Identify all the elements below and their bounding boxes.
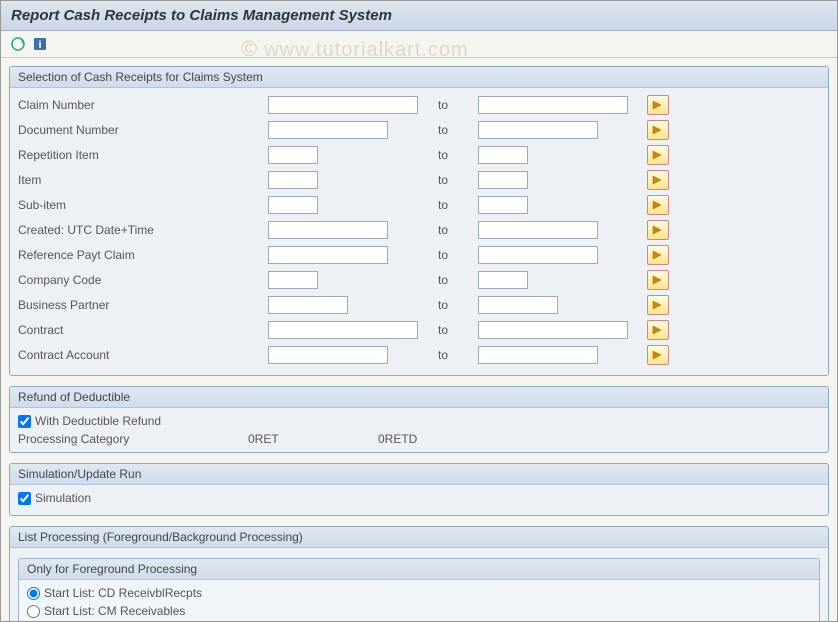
selection-row: Item to <box>18 169 820 191</box>
group-title-list-processing: List Processing (Foreground/Background P… <box>10 527 828 548</box>
to-label: to <box>438 98 478 112</box>
multiple-selection-button[interactable] <box>647 295 669 315</box>
label-processing-category: Processing Category <box>18 432 248 446</box>
input-to[interactable] <box>478 121 598 139</box>
multiple-selection-button[interactable] <box>647 320 669 340</box>
field-label: Claim Number <box>18 98 268 112</box>
multiple-selection-button[interactable] <box>647 170 669 190</box>
multiple-selection-button[interactable] <box>647 145 669 165</box>
selection-row: Company Code to <box>18 269 820 291</box>
input-to[interactable] <box>478 96 628 114</box>
value-processing-category-2: 0RETD <box>378 432 417 446</box>
to-label: to <box>438 173 478 187</box>
selection-row: Business Partner to <box>18 294 820 316</box>
input-to[interactable] <box>478 296 558 314</box>
field-label: Repetition Item <box>18 148 268 162</box>
input-from[interactable] <box>268 121 388 139</box>
to-label: to <box>438 298 478 312</box>
selection-row: Reference Payt Claim to <box>18 244 820 266</box>
field-label: Item <box>18 173 268 187</box>
multiple-selection-button[interactable] <box>647 220 669 240</box>
input-to[interactable] <box>478 146 528 164</box>
subgroup-title-foreground: Only for Foreground Processing <box>19 559 819 580</box>
input-from[interactable] <box>268 346 388 364</box>
input-to[interactable] <box>478 246 598 264</box>
input-to[interactable] <box>478 346 598 364</box>
radio-start-list[interactable] <box>27 605 40 618</box>
field-label: Contract Account <box>18 348 268 362</box>
label-simulation: Simulation <box>35 491 91 505</box>
to-label: to <box>438 323 478 337</box>
input-to[interactable] <box>478 271 528 289</box>
multiple-selection-button[interactable] <box>647 345 669 365</box>
field-label: Reference Payt Claim <box>18 248 268 262</box>
to-label: to <box>438 348 478 362</box>
multiple-selection-button[interactable] <box>647 270 669 290</box>
selection-row: Contract Account to <box>18 344 820 366</box>
group-title-refund: Refund of Deductible <box>10 387 828 408</box>
input-from[interactable] <box>268 271 318 289</box>
to-label: to <box>438 148 478 162</box>
field-label: Document Number <box>18 123 268 137</box>
to-label: to <box>438 123 478 137</box>
selection-row: Sub-item to <box>18 194 820 216</box>
toolbar: i <box>1 31 837 58</box>
multiple-selection-button[interactable] <box>647 195 669 215</box>
input-to[interactable] <box>478 171 528 189</box>
to-label: to <box>438 248 478 262</box>
radio-row: Start List: CM Receivables <box>27 604 811 618</box>
input-to[interactable] <box>478 221 598 239</box>
input-from[interactable] <box>268 96 418 114</box>
multiple-selection-button[interactable] <box>647 245 669 265</box>
execute-icon[interactable] <box>9 35 27 53</box>
radio-row: Start List: CD ReceivblRecpts <box>27 586 811 600</box>
input-from[interactable] <box>268 146 318 164</box>
input-from[interactable] <box>268 196 318 214</box>
radio-label: Start List: CM Receivables <box>44 604 185 618</box>
page-title: Report Cash Receipts to Claims Managemen… <box>1 1 837 31</box>
field-label: Sub-item <box>18 198 268 212</box>
field-label: Company Code <box>18 273 268 287</box>
input-from[interactable] <box>268 296 348 314</box>
selection-row: Claim Number to <box>18 94 820 116</box>
input-to[interactable] <box>478 321 628 339</box>
to-label: to <box>438 198 478 212</box>
checkbox-deductible-refund[interactable] <box>18 415 31 428</box>
group-simulation: Simulation/Update Run Simulation <box>9 463 829 516</box>
input-from[interactable] <box>268 221 388 239</box>
label-deductible-refund: With Deductible Refund <box>35 414 161 428</box>
input-from[interactable] <box>268 321 418 339</box>
selection-row: Document Number to <box>18 119 820 141</box>
group-selection: Selection of Cash Receipts for Claims Sy… <box>9 66 829 376</box>
info-icon[interactable]: i <box>31 35 49 53</box>
field-label: Contract <box>18 323 268 337</box>
input-from[interactable] <box>268 171 318 189</box>
value-processing-category-1: 0RET <box>248 432 318 446</box>
radio-start-list[interactable] <box>27 587 40 600</box>
checkbox-simulation[interactable] <box>18 492 31 505</box>
selection-row: Created: UTC Date+Time to <box>18 219 820 241</box>
to-label: to <box>438 223 478 237</box>
selection-row: Contract to <box>18 319 820 341</box>
group-refund: Refund of Deductible With Deductible Ref… <box>9 386 829 453</box>
field-label: Created: UTC Date+Time <box>18 223 268 237</box>
group-title-selection: Selection of Cash Receipts for Claims Sy… <box>10 67 828 88</box>
radio-label: Start List: CD ReceivblRecpts <box>44 586 202 600</box>
multiple-selection-button[interactable] <box>647 120 669 140</box>
input-from[interactable] <box>268 246 388 264</box>
group-list-processing: List Processing (Foreground/Background P… <box>9 526 829 622</box>
input-to[interactable] <box>478 196 528 214</box>
svg-text:i: i <box>38 39 41 51</box>
to-label: to <box>438 273 478 287</box>
group-title-simulation: Simulation/Update Run <box>10 464 828 485</box>
selection-row: Repetition Item to <box>18 144 820 166</box>
field-label: Business Partner <box>18 298 268 312</box>
multiple-selection-button[interactable] <box>647 95 669 115</box>
